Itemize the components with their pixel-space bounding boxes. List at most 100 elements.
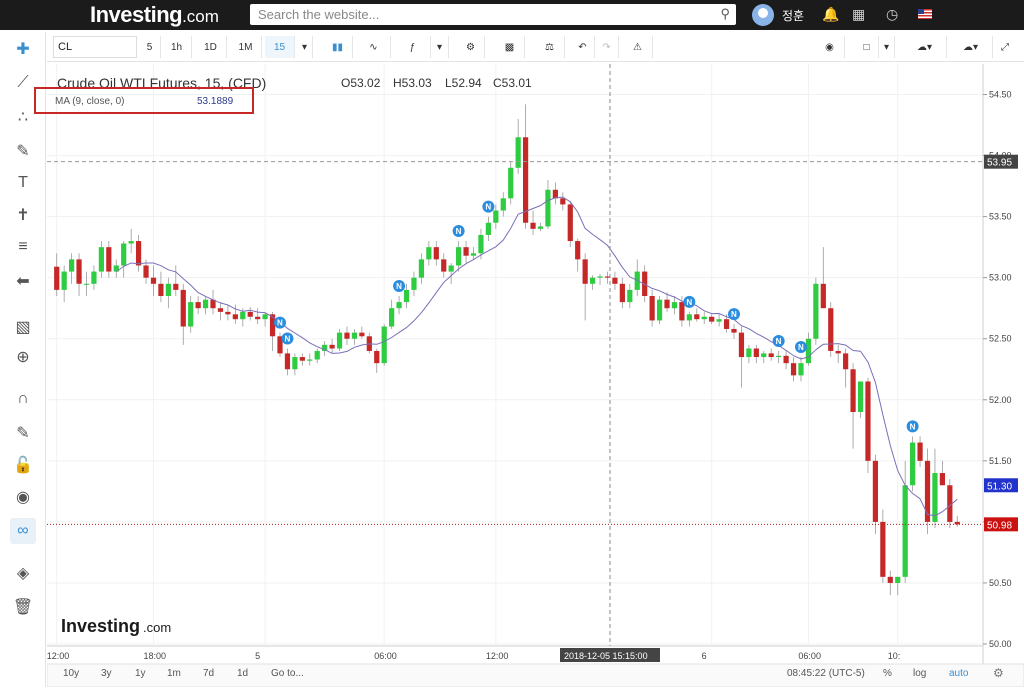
- candle-body: [143, 265, 149, 278]
- brush-icon[interactable]: ✎: [10, 138, 36, 164]
- candle-body: [374, 350, 380, 364]
- undo-icon[interactable]: ↶: [571, 36, 595, 58]
- bar-chart-icon[interactable]: ▩: [495, 36, 525, 58]
- search-icon[interactable]: ⚲: [720, 6, 730, 22]
- interval-15[interactable]: 15: [265, 36, 295, 58]
- candle-body: [790, 363, 797, 376]
- investing-logo[interactable]: Investing.com: [90, 2, 219, 28]
- balance-icon[interactable]: ⚖: [535, 36, 565, 58]
- bar-pattern-icon[interactable]: ▧: [10, 314, 36, 340]
- candle-body: [381, 326, 387, 364]
- trend-line-icon[interactable]: ⟋: [10, 70, 36, 96]
- logo-suffix-text: .com: [182, 7, 219, 26]
- fullscreen-icon[interactable]: ⤢: [991, 36, 1019, 58]
- clock-readout: 08:45:22 (UTC-5): [787, 668, 865, 679]
- symbol-input[interactable]: CL: [53, 36, 137, 58]
- candle-body: [664, 299, 670, 309]
- zoom-icon[interactable]: ⊕: [10, 344, 36, 370]
- range-7d[interactable]: 7d: [203, 668, 214, 679]
- search-input[interactable]: [250, 4, 710, 25]
- percent-scale-toggle[interactable]: %: [883, 668, 892, 679]
- trash-icon[interactable]: 🗑: [10, 594, 36, 620]
- candle-body: [329, 344, 335, 349]
- bottom-bar: [46, 663, 1024, 688]
- candle-body: [150, 277, 157, 284]
- chart-toolbar: CL 5 1h 1D 1M 15 ▾ ▮▮ ∿ ƒ ▾ ⚙ ▩ ⚖ ↶ ↷ ⚠ …: [47, 32, 1024, 62]
- candle-body: [240, 311, 246, 320]
- range-1d[interactable]: 1d: [237, 668, 248, 679]
- indicators-dropdown-icon[interactable]: ▾: [431, 36, 449, 58]
- interval-1h[interactable]: 1h: [162, 36, 192, 58]
- camera-icon[interactable]: ◉: [815, 36, 845, 58]
- candles-style-icon[interactable]: ▮▮: [323, 36, 353, 58]
- range-10y[interactable]: 10y: [63, 668, 79, 679]
- range-1y[interactable]: 1y: [135, 668, 146, 679]
- crosshair-icon[interactable]: ✚: [10, 36, 36, 62]
- settings-gear-icon[interactable]: ⚙: [457, 36, 485, 58]
- site-search: ⚲: [250, 4, 736, 25]
- bell-icon[interactable]: 🔔: [822, 6, 839, 23]
- eye-icon[interactable]: ◉: [10, 484, 36, 510]
- interval-1m[interactable]: 1M: [230, 36, 262, 58]
- cloud-upload-icon[interactable]: ☁▾: [949, 36, 993, 58]
- magnet-icon[interactable]: ∩: [10, 386, 36, 412]
- username-label[interactable]: 정훈: [782, 7, 804, 24]
- candle-body: [180, 289, 186, 327]
- alert-bell-icon[interactable]: ⚠: [623, 36, 653, 58]
- goto-date-button[interactable]: Go to...: [271, 668, 304, 679]
- log-scale-toggle[interactable]: log: [913, 668, 926, 679]
- color-dropdown-icon[interactable]: ▾: [879, 36, 895, 58]
- auto-scale-toggle[interactable]: auto: [949, 668, 969, 679]
- news-marker-label: N: [776, 337, 782, 346]
- text-tool-icon[interactable]: T: [10, 170, 36, 196]
- candle-body: [418, 259, 425, 278]
- news-marker: N: [452, 225, 465, 238]
- layers-icon[interactable]: ◈: [10, 560, 36, 586]
- legend-high: H53.03: [393, 76, 432, 90]
- clock-icon[interactable]: ◷: [886, 6, 898, 23]
- time-tick-label: 06:00: [374, 651, 397, 661]
- indicators-icon[interactable]: ƒ: [395, 36, 431, 58]
- measure-icon[interactable]: ≡: [10, 234, 36, 260]
- candle-body: [597, 276, 603, 278]
- price-axis[interactable]: 50.0050.5051.0051.5052.0052.5053.0053.50…: [982, 64, 1012, 664]
- range-1m[interactable]: 1m: [167, 668, 181, 679]
- candle-body: [225, 311, 231, 315]
- price-chart[interactable]: 50.0050.5051.0051.5052.0052.5053.0053.50…: [46, 64, 1024, 688]
- lock-icon[interactable]: 🔓: [10, 452, 36, 478]
- redo-icon[interactable]: ↷: [595, 36, 619, 58]
- plot-background: [47, 64, 982, 644]
- candle-body: [723, 319, 730, 329]
- news-marker: N: [794, 341, 807, 354]
- crosshair-time-label: 2018-12-05 15:15:00: [564, 651, 648, 661]
- us-flag-icon[interactable]: [918, 9, 932, 19]
- candle-body: [567, 204, 573, 242]
- link-icon[interactable]: ∞: [10, 518, 36, 544]
- candle-body: [805, 338, 812, 364]
- interval-dropdown-icon[interactable]: ▾: [297, 36, 313, 58]
- back-arrow-icon[interactable]: ⬅: [10, 268, 36, 294]
- range-3y[interactable]: 3y: [101, 668, 112, 679]
- pattern-icon[interactable]: ✝: [10, 202, 36, 228]
- lock-drawing-icon[interactable]: ✎: [10, 420, 36, 446]
- compare-icon[interactable]: ∿: [357, 36, 391, 58]
- chart-area[interactable]: 50.0050.5051.0051.5052.0052.5053.0053.50…: [46, 64, 1024, 688]
- interval-5[interactable]: 5: [139, 36, 161, 58]
- news-marker-label: N: [910, 422, 916, 431]
- cloud-download-icon[interactable]: ☁▾: [903, 36, 947, 58]
- user-avatar[interactable]: [752, 4, 774, 26]
- candle-body: [820, 283, 826, 309]
- axis-settings-icon[interactable]: ⚙: [993, 666, 1004, 680]
- candle-body: [768, 353, 774, 358]
- color-swatch-icon[interactable]: □: [855, 36, 879, 58]
- candle-body: [843, 353, 849, 370]
- candle-body: [589, 277, 596, 284]
- time-axis[interactable]: 12:00 18:00 5 06:00 12:00 6 06:00 10:: [47, 645, 983, 661]
- logo-main-text: Investing: [90, 2, 183, 27]
- candle-body: [165, 283, 171, 296]
- candle-body: [448, 265, 454, 272]
- fib-tool-icon[interactable]: ∴: [10, 104, 36, 130]
- price-tick-label: 50.00: [989, 639, 1012, 649]
- interval-1d[interactable]: 1D: [195, 36, 227, 58]
- portfolio-icon[interactable]: ▦: [852, 6, 865, 23]
